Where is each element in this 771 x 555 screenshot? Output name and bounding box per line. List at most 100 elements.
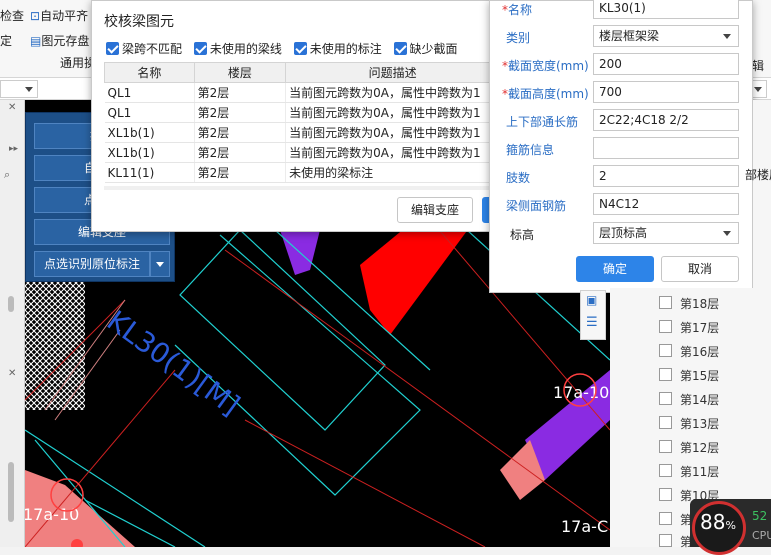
toolbar-auto-align[interactable]: ⊡自动平齐 [30, 7, 88, 24]
chevron-down-icon [723, 34, 731, 39]
label-side-bars: 梁侧面钢筋 [506, 199, 567, 213]
col-desc[interactable]: 问题描述 [285, 62, 500, 83]
section-height-field[interactable]: 700 [593, 81, 739, 103]
filter-unused-annotation[interactable]: 未使用的标注 [293, 42, 382, 56]
cell-floor: 第2层 [194, 82, 287, 103]
cell-name: XL1b(1) [104, 122, 195, 143]
identify-original-annotation-button[interactable]: 点选识别原位标注 [34, 251, 150, 277]
cell-name: KL11(1) [104, 162, 195, 183]
floor-checkbox[interactable] [659, 296, 672, 309]
cpu-label: CPU [752, 529, 771, 542]
floor-item[interactable]: 第18层 [680, 295, 719, 312]
filter-unused-line[interactable]: 未使用的梁线 [193, 42, 282, 56]
table-row[interactable]: QL1 第2层 当前图元跨数为0A，属性中跨数为1 [104, 82, 500, 103]
cell-desc: 当前图元跨数为0A，属性中跨数为1 [285, 82, 500, 103]
toolbar-set[interactable]: 定 [0, 32, 12, 49]
checkbox-icon[interactable] [293, 42, 307, 55]
checkbox-icon[interactable] [393, 42, 407, 55]
cell-desc: 当前图元跨数为0A，属性中跨数为1 [285, 142, 500, 163]
view-tool-strip: ▣ ☰ [580, 290, 606, 340]
floor-checkbox[interactable] [659, 464, 672, 477]
axis-label-3: 17a-C [561, 517, 608, 536]
name-field[interactable]: KL30(1) [593, 0, 739, 19]
floor-checkbox[interactable] [659, 416, 672, 429]
floor-checkbox[interactable] [659, 344, 672, 357]
label-legs: 肢数 [506, 171, 531, 185]
align-icon: ⊡ [30, 9, 41, 23]
filter-span-mismatch[interactable]: 梁跨不匹配 [106, 42, 182, 56]
expand-icon[interactable]: ▸▸ [9, 144, 18, 154]
dialog-title: 校核梁图元 [104, 14, 174, 30]
toolbar-save-elements[interactable]: ▤图元存盘 [30, 32, 89, 49]
floor-item[interactable]: 第12层 [680, 439, 719, 456]
search-icon[interactable]: ⌕ [4, 168, 10, 182]
floor-item[interactable]: 第14层 [680, 391, 719, 408]
layer-select[interactable] [0, 80, 38, 98]
floor-item[interactable]: 第17层 [680, 319, 719, 336]
cancel-button[interactable]: 取消 [661, 256, 739, 282]
close-icon[interactable]: ✕ [8, 102, 16, 113]
scrollbar-thumb-2[interactable] [8, 462, 14, 522]
floor-item[interactable]: 第16层 [680, 343, 719, 360]
floor-checkbox[interactable] [659, 368, 672, 381]
longitudinal-bars-field[interactable]: 2C22;4C18 2/2 [593, 109, 739, 131]
ok-button[interactable]: 确定 [576, 256, 654, 282]
checkbox-icon[interactable] [193, 42, 207, 55]
floor-checkbox[interactable] [659, 512, 672, 525]
col-name[interactable]: 名称 [104, 62, 195, 83]
cell-floor: 第2层 [194, 142, 287, 163]
floor-item[interactable]: 第13层 [680, 415, 719, 432]
close-icon-2[interactable]: ✕ [8, 368, 16, 379]
axis-label-2: 17a-10 [553, 383, 609, 402]
edit-support-button[interactable]: 编辑支座 [397, 197, 473, 223]
cpu-percent: 88% [700, 510, 736, 534]
filter-missing-section[interactable]: 缺少截面 [393, 42, 458, 56]
cpu-monitor-widget[interactable]: 88% 52 CPU [690, 499, 771, 555]
toolbar-edit[interactable]: 辑 [752, 57, 764, 74]
table-row[interactable]: KL11(1) 第2层 未使用的梁标注 [104, 162, 500, 183]
cell-desc: 未使用的梁标注 [285, 162, 500, 183]
cell-name: XL1b(1) [104, 142, 195, 163]
table-scroll-shadow [104, 186, 500, 190]
label-category: 类别 [506, 31, 531, 45]
floor-item[interactable]: 第11层 [680, 463, 719, 480]
floor-checkbox[interactable] [659, 534, 672, 547]
floor-item[interactable]: 第15层 [680, 367, 719, 384]
elevation-select[interactable]: 层顶标高 [593, 222, 739, 244]
table-row[interactable]: XL1b(1) 第2层 当前图元跨数为0A，属性中跨数为1 [104, 142, 500, 163]
cell-name: QL1 [104, 82, 195, 103]
all-floors-label: 部楼层 [745, 168, 771, 182]
filter-row: 梁跨不匹配 未使用的梁线 未使用的标注 缺少截面 [106, 40, 458, 57]
view-icon[interactable]: ▣ [586, 293, 597, 307]
cell-floor: 第2层 [194, 122, 287, 143]
floor-checkbox[interactable] [659, 488, 672, 501]
category-select[interactable]: 楼层框架梁 [593, 25, 739, 47]
toolbar-check[interactable]: 检查 [0, 7, 24, 24]
right-edge-strip: 部楼层 [745, 100, 771, 288]
beam-properties-dialog: *名称 KL30(1) 类别 楼层框架梁 *截面宽度(mm) 200 *截面高度… [489, 0, 753, 293]
col-floor[interactable]: 楼层 [193, 62, 287, 83]
label-section-height: *截面高度(mm) [502, 87, 589, 101]
floor-checkbox[interactable] [659, 392, 672, 405]
annotation-dropdown-button[interactable] [150, 251, 170, 277]
table-row[interactable]: QL1 第2层 当前图元跨数为0A，属性中跨数为1 [104, 102, 500, 123]
label-longitudinal-bars: 上下部通长筋 [506, 115, 579, 129]
red-line-4 [244, 419, 486, 547]
save-icon: ▤ [30, 34, 42, 48]
label-name: *名称 [502, 3, 533, 17]
layer-view-icon[interactable]: ☰ [586, 315, 598, 330]
table-row[interactable]: XL1b(1) 第2层 当前图元跨数为0A，属性中跨数为1 [104, 122, 500, 143]
cell-desc: 当前图元跨数为0A，属性中跨数为1 [285, 102, 500, 123]
checkbox-icon[interactable] [106, 42, 119, 55]
stirrup-field[interactable] [593, 137, 739, 159]
legs-field[interactable]: 2 [593, 165, 739, 187]
section-width-field[interactable]: 200 [593, 53, 739, 75]
chevron-down-icon [723, 231, 731, 236]
floor-checkbox[interactable] [659, 320, 672, 333]
scrollbar-thumb[interactable] [8, 296, 14, 312]
side-bars-field[interactable]: N4C12 [593, 193, 739, 215]
cell-name: QL1 [104, 102, 195, 123]
floor-checkbox[interactable] [659, 440, 672, 453]
left-nav-strip: ✕ ▸▸ ⌕ ✕ [0, 100, 25, 547]
cell-desc: 当前图元跨数为0A，属性中跨数为1 [285, 122, 500, 143]
